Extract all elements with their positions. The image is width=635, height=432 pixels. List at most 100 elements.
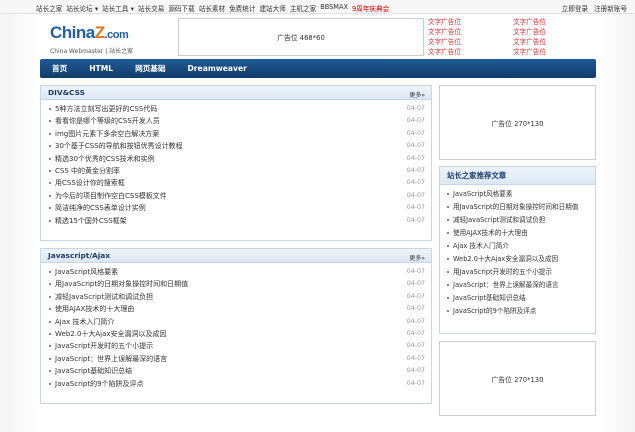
top-link-source[interactable]: 源码下载	[168, 3, 194, 13]
list-item[interactable]: JavaScript开发时的五个小提示 04-07	[49, 340, 431, 352]
article-date: 04-07	[406, 179, 425, 187]
top-link-material[interactable]: 站长素材	[199, 3, 225, 13]
top-link-host[interactable]: 主机之家	[290, 3, 316, 13]
list-item[interactable]: 为今后的项目制作空白CSS模板文件 04-07	[49, 190, 431, 202]
list-item[interactable]: 用CSS设计你的搜索框 04-07	[49, 177, 431, 189]
list-item[interactable]: Web2.0十大Ajax安全漏洞以及成因	[447, 253, 595, 266]
article-title[interactable]: 简洁纯净的CSS表单设计实例	[55, 204, 146, 212]
article-title[interactable]: JavaScript的9个陷阱及评点	[55, 380, 144, 388]
top-link-anniversary[interactable]: 9周年庆典会	[352, 3, 389, 13]
panel-title: DIV&CSS	[48, 88, 85, 97]
list-item[interactable]: 使用AJAX技术的十大理由 04-07	[49, 303, 431, 315]
article-title[interactable]: 用JavaScript的日期对象操控时间和日期值	[453, 203, 578, 211]
text-ad[interactable]: 文字广告位	[513, 18, 598, 27]
top-link-stats[interactable]: 免费统计	[229, 3, 255, 13]
more-link[interactable]: 更多»	[409, 253, 425, 262]
article-title[interactable]: 减轻JavaScript测试和调试负担	[453, 216, 545, 224]
login-link[interactable]: 立即登录	[562, 3, 588, 13]
list-item[interactable]: JavaScript风格要素	[447, 188, 595, 201]
top-link-zzzj[interactable]: 站长之家	[36, 3, 62, 13]
list-item[interactable]: JavaScript：世界上误解最深的语言 04-07	[49, 353, 431, 365]
list-item[interactable]: JavaScript：世界上误解最深的语言	[447, 279, 595, 292]
article-date: 04-07	[406, 354, 425, 362]
article-title[interactable]: 使用AJAX技术的十大理由	[453, 229, 528, 237]
list-item[interactable]: img图片元素下多余空白解决方案 04-07	[49, 128, 431, 140]
text-ad[interactable]: 文字广告位	[428, 38, 513, 47]
list-item[interactable]: 减轻JavaScript测试和调试负担	[447, 214, 595, 227]
article-title[interactable]: Web2.0十大Ajax安全漏洞以及成因	[55, 330, 167, 338]
article-title[interactable]: 5种方法立刻写出更好的CSS代码	[55, 105, 157, 113]
list-item[interactable]: 用JavaScript开发时的五个小提示	[447, 266, 595, 279]
article-title[interactable]: JavaScript风格要素	[453, 190, 512, 198]
register-link[interactable]: 注册新账号	[594, 3, 627, 13]
text-ad[interactable]: 文字广告位	[513, 28, 598, 37]
list-item[interactable]: 精选30个优秀的CSS技术和实例 04-07	[49, 153, 431, 165]
list-item[interactable]: JavaScript的9个陷阱及评点 04-07	[49, 378, 431, 390]
banner-ad[interactable]: 广告位 468*60	[178, 18, 424, 56]
article-title[interactable]: CSS 中的黄金分割率	[55, 167, 120, 175]
top-link-tools[interactable]: 站长工具 ▾	[102, 3, 134, 13]
article-title[interactable]: 精选30个优秀的CSS技术和实例	[55, 155, 155, 163]
list-item[interactable]: CSS 中的黄金分割率 04-07	[49, 165, 431, 177]
article-title[interactable]: JavaScript：世界上误解最深的语言	[55, 355, 167, 363]
list-item[interactable]: 看看你是哪个等级的CSS开发人员 04-07	[49, 115, 431, 127]
text-ad[interactable]: 文字广告位	[513, 48, 598, 57]
article-title[interactable]: 看看你是哪个等级的CSS开发人员	[55, 117, 160, 125]
article-title[interactable]: JavaScript基础知识总结	[55, 367, 132, 375]
article-title[interactable]: img图片元素下多余空白解决方案	[55, 130, 159, 138]
nav-item-dreamweaver[interactable]: Dreamweaver	[188, 64, 247, 73]
list-item[interactable]: 用JavaScript的日期对象操控时间和日期值 04-07	[49, 278, 431, 290]
nav-item-basics[interactable]: 网页基础	[135, 63, 165, 74]
article-title[interactable]: 用CSS设计你的搜索框	[55, 179, 125, 187]
article-title[interactable]: 30个基于CSS的导航和按钮优秀设计教程	[55, 142, 183, 150]
list-item[interactable]: JavaScript的9个陷阱及评点	[447, 305, 595, 318]
article-title[interactable]: JavaScript的9个陷阱及评点	[453, 307, 536, 315]
list-item[interactable]: Ajax 技术入门简介	[447, 240, 595, 253]
nav-item-html[interactable]: HTML	[89, 64, 113, 73]
article-title[interactable]: JavaScript：世界上误解最深的语言	[453, 281, 559, 289]
text-ad[interactable]: 文字广告位	[513, 38, 598, 47]
top-link-bbsmax[interactable]: BBSMAX	[320, 3, 348, 13]
text-ad[interactable]: 文字广告位	[428, 28, 513, 37]
list-item[interactable]: JavaScript基础知识总结	[447, 292, 595, 305]
site-logo[interactable]: ChinaZ.com China Webmaster | 站长之家	[50, 24, 165, 55]
list-item[interactable]: 用JavaScript的日期对象操控时间和日期值	[447, 201, 595, 214]
bullet-icon	[447, 193, 449, 195]
article-title[interactable]: 用JavaScript的日期对象操控时间和日期值	[55, 280, 188, 288]
list-item[interactable]: 精选15个国外CSS框架 04-07	[49, 215, 431, 227]
list-item[interactable]: 30个基于CSS的导航和按钮优秀设计教程 04-07	[49, 140, 431, 152]
article-title[interactable]: 精选15个国外CSS框架	[55, 217, 127, 225]
top-link-trade[interactable]: 站长交易	[138, 3, 164, 13]
list-item[interactable]: Ajax 技术入门简介 04-07	[49, 316, 431, 328]
top-link-forum[interactable]: 站长论坛 ▾	[66, 3, 98, 13]
article-title[interactable]: 为今后的项目制作空白CSS模板文件	[55, 192, 167, 200]
article-date: 04-07	[406, 191, 425, 199]
article-title[interactable]: Ajax 技术入门简介	[453, 242, 509, 250]
list-item[interactable]: JavaScript风格要素 04-07	[49, 266, 431, 278]
article-title[interactable]: 使用AJAX技术的十大理由	[55, 305, 134, 313]
text-ad[interactable]: 文字广告位	[428, 18, 513, 27]
side-ad-top[interactable]: 广告位 270*130	[439, 85, 596, 160]
text-ad[interactable]: 文字广告位	[428, 48, 513, 57]
bullet-icon	[447, 206, 449, 208]
more-link[interactable]: 更多»	[409, 90, 425, 99]
article-title[interactable]: 减轻JavaScript测试和调试负担	[55, 293, 153, 301]
list-item[interactable]: 使用AJAX技术的十大理由	[447, 227, 595, 240]
article-title[interactable]: JavaScript基础知识总结	[453, 294, 526, 302]
article-title[interactable]: JavaScript风格要素	[55, 268, 118, 276]
list-item[interactable]: JavaScript基础知识总结 04-07	[49, 365, 431, 377]
list-item[interactable]: Web2.0十大Ajax安全漏洞以及成因 04-07	[49, 328, 431, 340]
top-link-builder[interactable]: 建站大师	[259, 3, 285, 13]
list-item[interactable]: 减轻JavaScript测试和调试负担 04-07	[49, 291, 431, 303]
article-title[interactable]: Web2.0十大Ajax安全漏洞以及成因	[453, 255, 558, 263]
article-title[interactable]: JavaScript开发时的五个小提示	[55, 342, 153, 350]
article-title[interactable]: Ajax 技术入门简介	[55, 318, 114, 326]
article-list: JavaScript风格要素 04-07 用JavaScript的日期对象操控时间…	[41, 263, 431, 390]
side-ad-bottom[interactable]: 广告位 270*130	[439, 341, 596, 416]
list-item[interactable]: 5种方法立刻写出更好的CSS代码 04-07	[49, 103, 431, 115]
bullet-icon	[49, 169, 51, 172]
nav-item-home[interactable]: 首页	[52, 63, 67, 74]
article-title[interactable]: 用JavaScript开发时的五个小提示	[453, 268, 552, 276]
list-item[interactable]: 简洁纯净的CSS表单设计实例 04-07	[49, 202, 431, 214]
account-links: 立即登录 注册新账号	[562, 3, 627, 13]
